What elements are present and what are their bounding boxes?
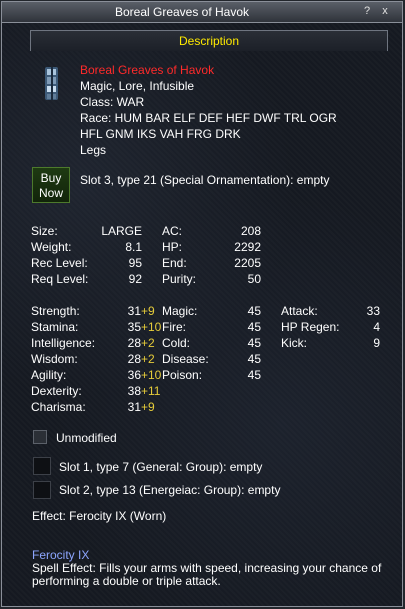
aug-slot-2-box[interactable]	[33, 481, 51, 499]
description-label: Description	[178, 34, 240, 48]
attr-label: Intelligence:	[31, 336, 96, 350]
mod-label: HP Regen:	[281, 320, 340, 334]
resist-label: Magic:	[162, 304, 198, 318]
rec-level-label: Rec Level:	[31, 256, 88, 270]
ac-value: 208	[240, 224, 261, 238]
greaves-icon	[45, 67, 58, 100]
rec-level-value: 95	[128, 256, 142, 270]
item-race-line-2: HFL GNM IKS VAH FRG DRK	[80, 127, 241, 141]
attr-label: Wisdom:	[31, 352, 78, 366]
attr-value: 28	[127, 352, 141, 366]
resist-value: 45	[247, 368, 261, 382]
attr-bonus: +9	[141, 400, 155, 414]
size-value: LARGE	[101, 224, 142, 238]
window-title: Boreal Greaves of Havok	[114, 5, 250, 19]
mod-label: Attack:	[281, 304, 318, 318]
attr-value: 36	[127, 368, 141, 382]
size-label: Size:	[31, 224, 58, 238]
aug-slot-2-text: Slot 2, type 13 (Energeiac: Group): empt…	[59, 483, 281, 497]
req-level-label: Req Level:	[31, 272, 89, 286]
spell-name: Ferocity IX	[32, 548, 90, 562]
item-name: Boreal Greaves of Havok	[80, 63, 215, 77]
item-class: Class: WAR	[80, 95, 145, 109]
mod-value: 33	[366, 304, 380, 318]
spell-desc-line-1: Spell Effect: Fills your arms with speed…	[32, 561, 382, 575]
item-display-window: Boreal Greaves of Havok ? x Description …	[1, 1, 403, 607]
buy-label-2: Now	[38, 186, 63, 200]
attr-bonus: +2	[141, 352, 155, 366]
attr-label: Strength:	[31, 304, 80, 318]
purity-label: Purity:	[162, 272, 197, 286]
spell-desc-line-2: performing a double or triple attack.	[32, 574, 221, 588]
attr-bonus: +10	[141, 368, 162, 382]
attr-value: 31	[127, 304, 141, 318]
item-flags: Magic, Lore, Infusible	[80, 79, 195, 93]
resist-value: 45	[247, 336, 261, 350]
attr-value: 28	[127, 336, 141, 350]
unmodified-label: Unmodified	[56, 431, 117, 445]
purity-value: 50	[247, 272, 261, 286]
mod-value: 4	[373, 320, 380, 334]
resist-label: Disease:	[162, 352, 209, 366]
resist-value: 45	[247, 304, 261, 318]
item-race-line-1: Race: HUM BAR ELF DEF HEF DWF TRL OGR	[80, 111, 337, 125]
aug-slot-special: Slot 3, type 21 (Special Ornamentation):…	[80, 173, 330, 187]
description-header: Description	[30, 30, 388, 51]
aug-slot-1-box[interactable]	[33, 457, 51, 475]
effect-line: Effect: Ferocity IX (Worn)	[32, 509, 167, 523]
attr-bonus: +9	[141, 304, 155, 318]
weight-value: 8.1	[125, 240, 142, 254]
resist-value: 45	[247, 352, 261, 366]
attr-value: 38	[127, 384, 141, 398]
mod-label: Kick:	[281, 336, 308, 350]
ac-label: AC:	[162, 224, 183, 238]
weight-label: Weight:	[31, 240, 72, 254]
end-value: 2205	[234, 256, 261, 270]
buy-now-button[interactable]: Buy Now	[32, 167, 70, 203]
attr-bonus: +11	[141, 384, 161, 398]
attr-bonus: +2	[141, 336, 155, 350]
aug-slot-1-text: Slot 1, type 7 (General: Group): empty	[59, 460, 263, 474]
close-button[interactable]: x	[378, 5, 392, 18]
resist-value: 45	[247, 320, 261, 334]
resist-label: Cold:	[162, 336, 191, 350]
resist-label: Fire:	[162, 320, 186, 334]
attr-bonus: +10	[141, 320, 162, 334]
attr-label: Dexterity:	[31, 384, 82, 398]
attr-label: Stamina:	[31, 320, 79, 334]
title-bar[interactable]: Boreal Greaves of Havok ? x	[2, 2, 402, 23]
req-level-value: 92	[128, 272, 142, 286]
mod-value: 9	[373, 336, 380, 350]
attr-value: 31	[127, 400, 141, 414]
end-label: End:	[162, 256, 187, 270]
resist-label: Poison:	[162, 368, 203, 382]
help-button[interactable]: ?	[360, 5, 374, 18]
attr-label: Charisma:	[31, 400, 86, 414]
hp-label: HP:	[162, 240, 183, 254]
attr-label: Agility:	[31, 368, 67, 382]
item-slot: Legs	[80, 143, 107, 157]
buy-label-1: Buy	[40, 171, 62, 185]
hp-value: 2292	[234, 240, 261, 254]
attr-value: 35	[127, 320, 141, 334]
unmodified-checkbox[interactable]	[33, 430, 47, 444]
